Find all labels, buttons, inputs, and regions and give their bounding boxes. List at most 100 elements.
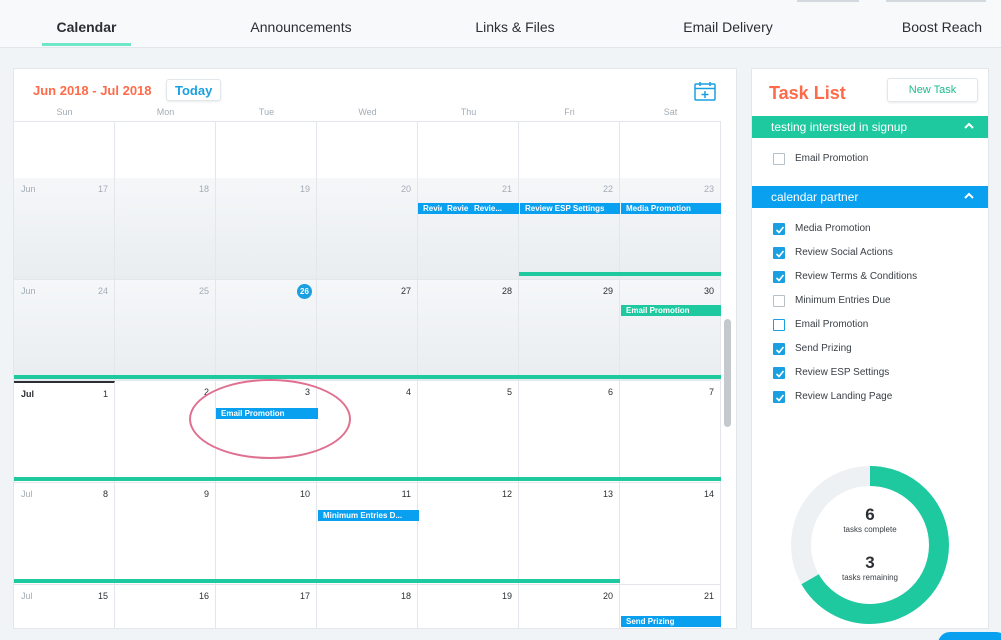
task-label: Review Landing Page [795, 391, 893, 402]
task-checkbox[interactable] [773, 319, 785, 331]
day-cell[interactable]: 5 [418, 381, 519, 483]
task-label: Review Terms & Conditions [795, 271, 918, 282]
calendar-event[interactable]: Revie... [469, 203, 519, 214]
day-cell[interactable]: 28 [418, 280, 519, 381]
day-cell[interactable]: 17 [216, 585, 317, 628]
day-cell[interactable] [418, 122, 519, 179]
checkmark-icon [775, 394, 785, 402]
day-number: 23 [703, 184, 714, 194]
calendar-event[interactable]: Email Promotion [621, 305, 721, 316]
calendar-week: Jul 8 9 10 11 12 13 14 Minimum Entries D… [14, 483, 721, 585]
day-cell[interactable]: 23 [620, 178, 721, 280]
task-checkbox[interactable] [773, 247, 785, 259]
tab-calendar[interactable]: Calendar [42, 0, 131, 48]
help-widget-button[interactable] [938, 632, 1001, 640]
day-number: 7 [708, 387, 714, 397]
day-cell[interactable] [115, 122, 216, 179]
task-checkbox[interactable] [773, 295, 785, 307]
day-number: 13 [602, 489, 613, 499]
task-checkbox[interactable] [773, 367, 785, 379]
tab-email-delivery[interactable]: Email Delivery [673, 0, 783, 48]
day-cell[interactable]: 20 [317, 178, 418, 280]
today-button[interactable]: Today [166, 79, 222, 101]
tasks-remaining-count: 3 [865, 553, 875, 572]
task-checkbox[interactable] [773, 391, 785, 403]
calendar-week [14, 121, 721, 179]
day-cell[interactable]: 30 [620, 280, 721, 381]
day-number: 10 [299, 489, 310, 499]
day-number: 22 [602, 184, 613, 194]
day-cell[interactable]: 26 [216, 280, 317, 381]
task-checkbox[interactable] [773, 223, 785, 235]
task-label: Review ESP Settings [795, 367, 890, 378]
weekday-header: Sun [56, 107, 73, 117]
calendar-event[interactable]: Revie [442, 203, 470, 214]
weekday-header: Fri [564, 107, 575, 117]
day-number: 4 [405, 387, 411, 397]
day-cell[interactable]: 22 [519, 178, 620, 280]
day-cell[interactable]: 7 [620, 381, 721, 483]
day-cell[interactable] [14, 122, 115, 179]
task-group-header[interactable]: testing intersted in signup [752, 116, 988, 138]
day-cell[interactable]: Jun 24 [14, 280, 115, 381]
day-cell[interactable]: Jul 15 [14, 585, 115, 628]
task-list-panel: Task List New Task testing intersted in … [751, 68, 989, 629]
calendar-week: Jul 1 2 3 4 5 6 7 Email Promotion [14, 381, 721, 483]
day-cell[interactable]: Jul 8 [14, 483, 115, 585]
day-cell[interactable] [620, 122, 721, 179]
calendar-event[interactable]: Media Promotion [621, 203, 721, 214]
task-checkbox[interactable] [773, 343, 785, 355]
day-cell[interactable]: 29 [519, 280, 620, 381]
task-checkbox[interactable] [773, 271, 785, 283]
chevron-up-icon[interactable] [964, 121, 974, 131]
day-cell[interactable]: 13 [519, 483, 620, 585]
checkmark-icon [775, 226, 785, 234]
task-checkbox[interactable] [773, 153, 785, 165]
add-calendar-icon[interactable] [694, 81, 716, 101]
day-cell[interactable]: 19 [216, 178, 317, 280]
day-number: 1 [102, 389, 108, 399]
day-cell[interactable]: 16 [115, 585, 216, 628]
day-number: 20 [602, 591, 613, 601]
tasks-remaining-stat: 3 tasks remaining [790, 553, 950, 582]
week-progress-bar [519, 272, 721, 276]
day-number: 28 [501, 286, 512, 296]
calendar-event[interactable]: Send Prizing [621, 616, 721, 627]
day-cell[interactable]: Jul 1 [14, 381, 115, 483]
day-cell[interactable]: 19 [418, 585, 519, 628]
calendar-event[interactable]: Review ESP Settings [520, 203, 620, 214]
tasks-remaining-label: tasks remaining [841, 573, 899, 582]
day-number: 17 [299, 591, 310, 601]
day-cell[interactable]: 18 [317, 585, 418, 628]
day-cell[interactable] [519, 122, 620, 179]
day-cell[interactable] [216, 122, 317, 179]
new-task-button[interactable]: New Task [887, 78, 978, 102]
day-number: 17 [97, 184, 108, 194]
day-cell[interactable] [317, 122, 418, 179]
day-cell[interactable]: 9 [115, 483, 216, 585]
calendar-event[interactable]: Minimum Entries D... [318, 510, 419, 521]
day-cell[interactable]: 27 [317, 280, 418, 381]
task-group-header[interactable]: calendar partner [752, 186, 988, 208]
day-number: 6 [607, 387, 613, 397]
day-cell[interactable]: 10 [216, 483, 317, 585]
month-label: Jul [21, 389, 35, 399]
tab-links-files[interactable]: Links & Files [460, 0, 570, 48]
day-number: 20 [400, 184, 411, 194]
day-cell[interactable]: 18 [115, 178, 216, 280]
tab-boost-reach[interactable]: Boost Reach [893, 0, 991, 48]
month-label: Jun [21, 184, 36, 194]
day-cell[interactable]: 11 [317, 483, 418, 585]
day-cell[interactable]: 14 [620, 483, 721, 585]
day-cell[interactable]: Jun 17 [14, 178, 115, 280]
day-cell[interactable]: 25 [115, 280, 216, 381]
tab-announcements[interactable]: Announcements [236, 0, 366, 48]
day-cell[interactable]: 12 [418, 483, 519, 585]
chevron-up-icon[interactable] [964, 191, 974, 201]
day-cell[interactable]: 20 [519, 585, 620, 628]
calendar-scrollbar[interactable] [724, 319, 731, 427]
day-cell[interactable]: 6 [519, 381, 620, 483]
day-number: 5 [506, 387, 512, 397]
day-cell[interactable]: 21 [418, 178, 519, 280]
tasks-complete-label: tasks complete [843, 525, 897, 534]
